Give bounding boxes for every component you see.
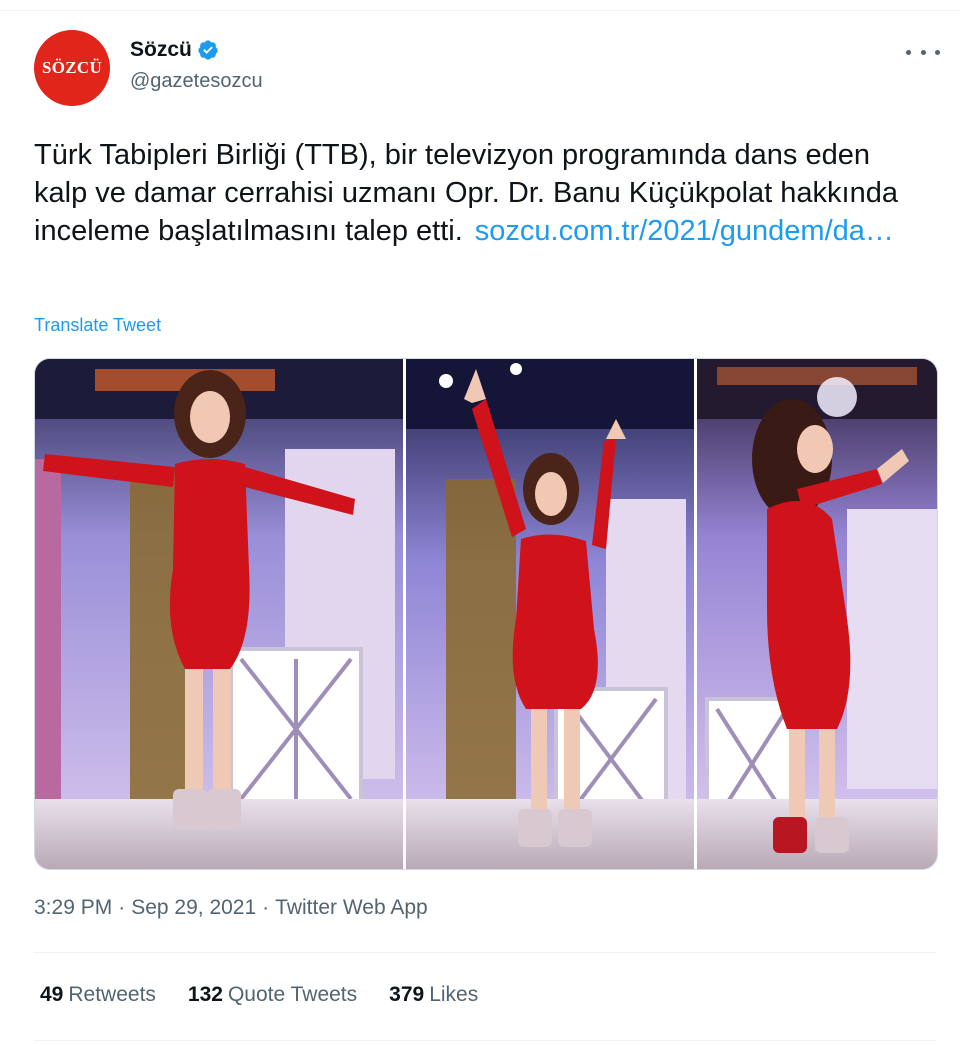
tweet-link[interactable]: sozcu.com.tr/2021/gundem/da… — [475, 215, 894, 247]
likes-label: Likes — [429, 983, 479, 1006]
meta-separator: · — [118, 896, 126, 919]
more-dot — [920, 49, 926, 55]
verified-badge-icon — [197, 39, 219, 61]
display-name[interactable]: Sözcü — [130, 38, 192, 62]
quote-tweets-label: Quote Tweets — [227, 983, 358, 1006]
retweets-stat[interactable]: 49 Retweets — [40, 983, 156, 1007]
avatar-logo-text: SÖZCÜ — [41, 58, 103, 77]
tweet-source[interactable]: Twitter Web App — [275, 896, 428, 919]
likes-stat[interactable]: 379 Likes — [389, 983, 478, 1007]
quote-tweets-stat[interactable]: 132 Quote Tweets — [188, 983, 357, 1007]
author-handle[interactable]: @gazetesozcu — [130, 70, 263, 93]
top-divider — [0, 10, 960, 11]
more-options-icon[interactable] — [906, 40, 940, 64]
retweets-count: 49 — [40, 983, 64, 1006]
tweet-stats: 49 Retweets 132 Quote Tweets 379 Likes — [40, 983, 510, 1007]
photo-3-graphic — [697, 359, 937, 869]
photo-2-graphic — [406, 359, 694, 869]
likes-count: 379 — [389, 983, 425, 1006]
tweet-time[interactable]: 3:29 PM — [34, 896, 112, 919]
tweet-meta: 3:29 PM · Sep 29, 2021 · Twitter Web App — [34, 896, 428, 920]
media-photo-1[interactable] — [35, 359, 403, 869]
tweet-media[interactable] — [34, 358, 938, 870]
meta-separator: · — [262, 896, 270, 919]
quote-tweets-count: 132 — [187, 983, 223, 1006]
media-photo-2[interactable] — [403, 359, 694, 869]
translate-tweet-link[interactable]: Translate Tweet — [34, 315, 161, 336]
author-name-row[interactable]: Sözcü — [130, 38, 219, 62]
photo-1-graphic — [35, 359, 403, 869]
retweets-label: Retweets — [68, 983, 156, 1006]
stats-divider-bottom — [34, 1040, 936, 1041]
more-dot — [906, 49, 911, 55]
tweet-date[interactable]: Sep 29, 2021 — [131, 896, 256, 919]
more-dot — [935, 49, 940, 55]
stats-divider-top — [34, 952, 936, 953]
tweet-text: Türk Tabipleri Birliği (TTB), bir televi… — [34, 136, 924, 250]
avatar[interactable]: SÖZCÜ — [34, 30, 110, 106]
media-photo-3[interactable] — [694, 359, 937, 869]
